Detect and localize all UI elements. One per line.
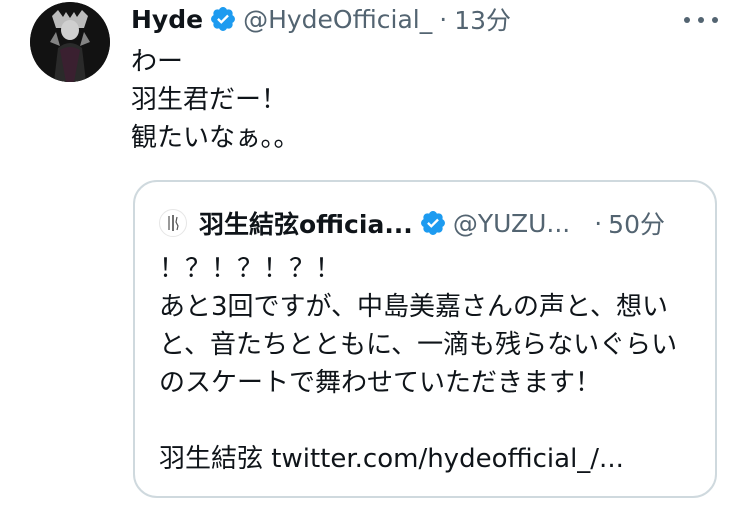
quoted-avatar-logo-icon [168,215,179,231]
tweet-text: わー 羽生君だー！ 観たいなぁ。。 [131,43,299,157]
avatar-photo-icon [30,2,110,82]
quoted-tweet-header: 羽生結弦officia... @YUZU... · 50分 [159,204,704,242]
author-handle[interactable]: @HydeOfficial_ [243,5,432,34]
quoted-tweet-line: のスケートで舞わせていただきます！ [159,368,602,398]
quoted-tweet-blank-line [159,402,699,440]
quoted-tweet-timestamp[interactable]: 50分 [608,205,665,241]
quoted-tweet-line: と、音たちとともに、一滴も残らないぐらい [159,330,678,360]
header-separator: · [439,4,448,34]
tweet-timestamp[interactable]: 13分 [454,1,511,37]
tweet-line: 観たいなぁ。。 [131,123,300,153]
quoted-tweet-line: ！？！？！？！ [159,254,342,284]
quoted-tweet[interactable]: 羽生結弦officia... @YUZU... · 50分 ！？！？！？！ あと… [133,180,717,498]
quoted-tweet-link[interactable]: twitter.com/hydeofficial_/... [271,444,624,474]
author-avatar[interactable] [30,2,110,82]
tweet[interactable]: Hyde @HydeOfficial_ · 13分 わー 羽生君だー！ 観たいな… [0,0,750,523]
more-options-icon[interactable] [684,8,718,32]
verified-badge-icon [209,5,237,33]
quoted-tweet-signature-line: 羽生結弦 twitter.com/hydeofficial_/... [159,440,699,478]
tweet-line: わー [131,47,184,77]
quoted-tweet-signature: 羽生結弦 [159,444,264,474]
verified-badge-icon [419,209,447,237]
author-display-name[interactable]: Hyde [131,5,203,34]
quoted-tweet-text: ！？！？！？！ あと3回ですが、中島美嘉さんの声と、想い と、音たちとともに、一… [159,250,699,478]
tweet-header: Hyde @HydeOfficial_ · 13分 [131,0,511,38]
quoted-tweet-line: あと3回ですが、中島美嘉さんの声と、想い [159,292,668,322]
tweet-line: 羽生君だー！ [131,85,288,115]
quoted-author-display-name[interactable]: 羽生結弦officia... [199,205,413,241]
quoted-author-handle[interactable]: @YUZU... [453,209,570,238]
quoted-author-avatar[interactable] [159,209,187,237]
quoted-header-separator: · [594,208,603,238]
